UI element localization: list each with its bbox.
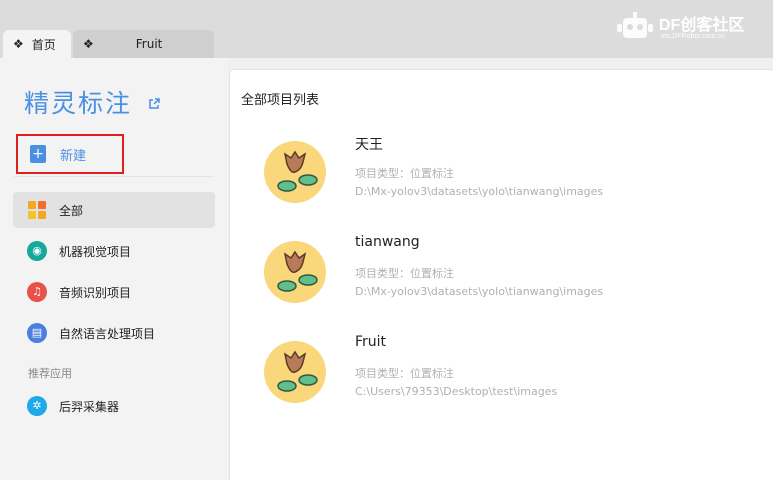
section-label-recommended: 推荐应用 (28, 367, 72, 380)
sidebar-item-label: 自然语言处理项目 (59, 326, 156, 341)
sidebar-item-label: 机器视觉项目 (59, 244, 132, 259)
tab-fruit-label: Fruit (135, 37, 163, 51)
project-path: D:\Mx-yolov3\datasets\yolo\tianwang\imag… (355, 185, 604, 198)
project-name: Fruit (355, 334, 387, 350)
project-avatar-icon (264, 341, 326, 403)
project-item[interactable]: Fruit 项目类型：位置标注 C:\Users\79353\Desktop\t… (230, 334, 773, 430)
project-avatar-icon (264, 141, 326, 203)
project-type: 项目类型：位置标注 (355, 167, 454, 180)
external-link-icon[interactable] (148, 98, 160, 110)
vision-icon: ◉ (27, 241, 47, 261)
watermark: DF创客社区 mc.DFRobot.com.cn (615, 6, 765, 48)
sidebar-item-label: 音频识别项目 (59, 285, 132, 300)
document-icon: ▤ (27, 323, 47, 343)
sidebar-item-nlp[interactable]: ▤ 自然语言处理项目 (13, 315, 215, 351)
app-window: ❖ 首页 ❖ Fruit DF创客社区 mc.DFRobot.com.cn 精灵… (0, 0, 773, 480)
sidebar-item-label: 全部 (59, 203, 84, 218)
project-name: tianwang (355, 234, 420, 250)
project-type: 项目类型：位置标注 (355, 267, 454, 280)
project-path: C:\Users\79353\Desktop\test\images (355, 385, 558, 398)
watermark-title: DF创客社区 (659, 17, 745, 34)
project-item[interactable]: 天王 项目类型：位置标注 D:\Mx-yolov3\datasets\yolo\… (230, 137, 773, 230)
sidebar-app-collector[interactable]: ✲ 后羿采集器 (13, 388, 215, 424)
four-diamond-icon: ❖ (13, 37, 24, 51)
page-title: 全部项目列表 (241, 93, 320, 108)
sidebar-item-vision[interactable]: ◉ 机器视觉项目 (13, 233, 215, 269)
project-type: 项目类型：位置标注 (355, 367, 454, 380)
sidebar-item-label: 后羿采集器 (59, 399, 120, 414)
new-project-button[interactable]: + 新建 (16, 134, 124, 174)
project-item[interactable]: tianwang 项目类型：位置标注 D:\Mx-yolov3\datasets… (230, 234, 773, 330)
sidebar-item-audio[interactable]: ♫ 音频识别项目 (13, 274, 215, 310)
music-icon: ♫ (27, 282, 47, 302)
tab-home-label: 首页 (31, 37, 56, 52)
new-project-label: 新建 (60, 148, 87, 164)
project-avatar-icon (264, 241, 326, 303)
project-path: D:\Mx-yolov3\datasets\yolo\tianwang\imag… (355, 285, 604, 298)
main-panel: 全部项目列表 天王 项目类型：位置标注 D:\Mx-yolov3\dataset… (229, 69, 773, 480)
watermark-url: mc.DFRobot.com.cn (661, 33, 725, 40)
add-file-icon: + (30, 145, 46, 163)
tab-fruit[interactable]: ❖ Fruit (73, 30, 214, 58)
divider (14, 176, 214, 177)
four-diamond-icon: ❖ (83, 37, 94, 51)
robot-logo-icon (617, 12, 653, 38)
sidebar: 精灵标注 + 新建 全部 ◉ 机器视觉项目 ♫ 音频识别项目 ▤ 自然语言处理项… (0, 58, 228, 480)
tab-bar: ❖ 首页 ❖ Fruit DF创客社区 mc.DFRobot.com.cn (0, 0, 773, 58)
grid-icon (28, 201, 46, 219)
project-name: 天王 (355, 137, 383, 153)
tab-home[interactable]: ❖ 首页 (3, 30, 71, 58)
app-title: 精灵标注 (24, 89, 133, 118)
sidebar-item-all[interactable]: 全部 (13, 192, 215, 228)
collector-icon: ✲ (27, 396, 47, 416)
